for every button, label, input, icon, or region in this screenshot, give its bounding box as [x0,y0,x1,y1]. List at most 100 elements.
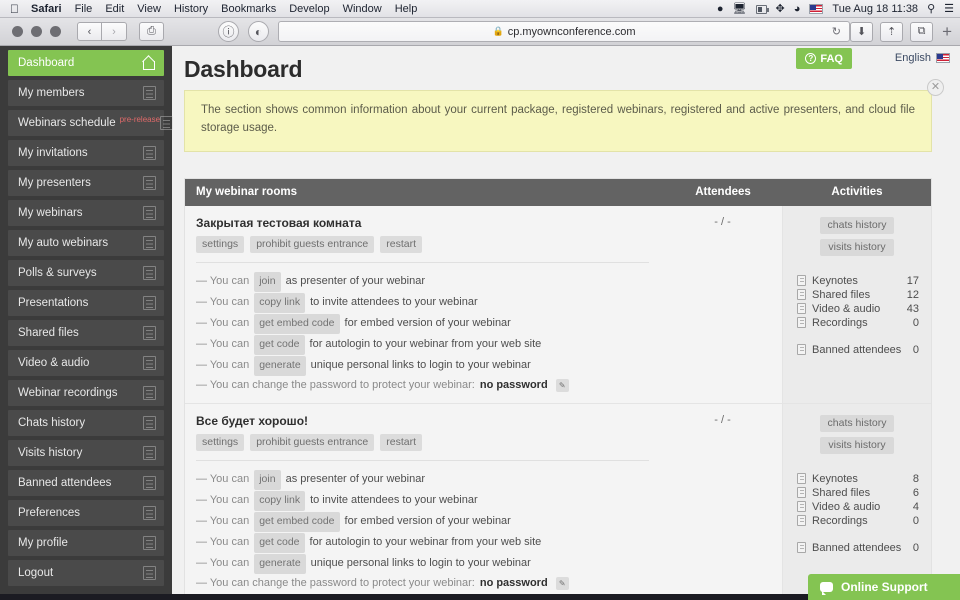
button-visits-history[interactable]: visits history [820,436,894,454]
stat-value: 17 [906,274,919,287]
menu-item-view[interactable]: View [137,3,161,15]
hint-suffix: as presenter of your webinar [285,275,425,288]
room-action-settings[interactable]: settings [196,235,245,253]
column-header-rooms: My webinar rooms [196,186,297,199]
minimize-window-button[interactable] [31,26,42,37]
faq-button[interactable]: ? FAQ [796,48,852,69]
menu-item-safari[interactable]: Safari [31,3,62,15]
sidebar-item-label: Webinars schedule [18,117,116,129]
sidebar-item-webinar-recordings[interactable]: Webinar recordings [8,380,164,406]
sidebar-item-presentations[interactable]: Presentations [8,290,164,316]
room-action-restart[interactable]: restart [380,235,423,253]
info-icon[interactable]: ⓘ [218,21,239,42]
sidebar-item-visits-history[interactable]: Visits history [8,440,164,466]
sidebar-item-banned-attendees[interactable]: Banned attendees [8,470,164,496]
sidebar-item-preferences[interactable]: Preferences [8,500,164,526]
menu-item-edit[interactable]: Edit [105,3,124,15]
battery-icon[interactable] [755,4,769,14]
hint-action-copy-link[interactable]: copy link [254,292,306,313]
list-icon[interactable]: ☰ [944,3,954,15]
apple-icon[interactable]:  [10,3,19,15]
us-flag-icon [936,53,950,63]
close-window-button[interactable] [12,26,23,37]
hint-action-get-code[interactable]: get code [254,532,305,553]
pencil-icon[interactable]: ✎ [555,378,569,392]
hint-action-get-embed-code[interactable]: get embed code [254,313,340,334]
activity-stats: Keynotes 8 Shared files 6 Video & audio 4 Reco… [793,472,921,555]
stat-row: Video & audio 43 [793,302,921,316]
sidebar-item-video-audio[interactable]: Video & audio [8,350,164,376]
menu-item-help[interactable]: Help [395,3,418,15]
us-flag-icon[interactable] [809,4,824,14]
stat-row: Shared files 12 [793,288,921,302]
online-support-widget[interactable]: Online Support [808,574,960,600]
sidebar-item-my-presenters[interactable]: My presenters [8,170,164,196]
recording-icon [797,515,806,527]
password-value: no password [479,378,548,391]
sidebar-item-my-profile[interactable]: My profile [8,530,164,556]
language-selector[interactable]: English [895,52,950,64]
wifi-icon[interactable]: ◕ [794,3,801,15]
room-action-settings[interactable]: settings [196,433,245,451]
button-chats-history[interactable]: chats history [819,216,895,234]
sidebar-item-logout[interactable]: Logout [8,560,164,586]
sidebar-item-my-members[interactable]: My members [8,80,164,106]
menu-item-bookmarks[interactable]: Bookmarks [221,3,276,15]
pencil-icon[interactable]: ✎ [555,576,569,590]
room-action-prohibit-guests-entrance[interactable]: prohibit guests entrance [250,433,375,451]
room-action-restart[interactable]: restart [380,433,423,451]
hint-action-copy-link[interactable]: copy link [254,490,306,511]
button-visits-history[interactable]: visits history [820,238,894,256]
back-button[interactable]: ‹ [77,22,102,41]
menu-item-history[interactable]: History [174,3,208,15]
hint-action-get-code[interactable]: get code [254,334,305,355]
address-bar[interactable]: 🔒 cp.myownconference.com ↻ [278,21,850,42]
sidebar-item-webinars-schedule[interactable]: Webinars schedule pre-release [8,110,174,136]
bluetooth-icon[interactable]: ✥ [776,3,785,15]
clock[interactable]: Tue Aug 18 11:38 [832,3,918,15]
close-icon[interactable]: ✕ [927,79,944,96]
sidebar-item-label: My auto webinars [18,237,109,249]
sidebar-item-polls-surveys[interactable]: Polls & surveys [8,260,164,286]
support-label: Online Support [841,580,928,594]
display-icon[interactable]: 🖥 [733,3,747,15]
download-icon[interactable]: ⬇ [850,21,874,42]
room-hint: — You can get embed code for embed version… [196,313,663,334]
sidebar-item-dashboard[interactable]: Dashboard [8,50,164,76]
menu-item-develop[interactable]: Develop [289,3,329,15]
sidebar-item-shared-files[interactable]: Shared files [8,320,164,346]
media-icon [143,356,156,370]
sidebar-item-my-invitations[interactable]: My invitations [8,140,164,166]
hint-action-join[interactable]: join [254,469,281,490]
hint-action-join[interactable]: join [254,271,281,292]
menu-item-file[interactable]: File [75,3,93,15]
sidebar-item-chats-history[interactable]: Chats history [8,410,164,436]
search-icon[interactable]: ⚲ [927,3,935,15]
dropbox-icon[interactable]: ● [717,3,724,15]
maximize-window-button[interactable] [50,26,61,37]
window-controls[interactable] [12,26,61,37]
chat-icon [143,416,156,430]
forward-button[interactable]: › [102,22,127,41]
sidebar-item-my-webinars[interactable]: My webinars [8,200,164,226]
menu-bar-status-area: ● 🖥 ✥ ◕ Tue Aug 18 11:38 ⚲ ☰ [717,0,954,18]
new-tab-button[interactable]: + [940,22,954,42]
hint-action-generate[interactable]: generate [254,553,306,574]
reload-icon[interactable]: ↻ [832,25,841,38]
sidebar-item-my-auto-webinars[interactable]: My auto webinars [8,230,164,256]
room-action-prohibit-guests-entrance[interactable]: prohibit guests entrance [250,235,375,253]
button-chats-history[interactable]: chats history [819,414,895,432]
stat-label: Recordings [812,514,868,527]
history-buttons: chats history visits history [793,216,921,256]
hint-prefix: — You can [196,557,250,570]
hint-suffix: for autologin to your webinar from your … [309,536,542,549]
menu-item-window[interactable]: Window [343,3,382,15]
share-icon[interactable]: ⇡ [880,21,904,42]
tabs-icon[interactable]: ⧉ [910,21,934,42]
room-title: Закрытая тестовая комната [196,215,362,230]
sidebar-toggle-button[interactable]: ⎙ [139,22,164,41]
hint-suffix: for embed version of your webinar [344,317,511,330]
hint-action-get-embed-code[interactable]: get embed code [254,511,340,532]
hint-action-generate[interactable]: generate [254,355,306,376]
shield-icon[interactable]: ◐ [248,21,269,42]
